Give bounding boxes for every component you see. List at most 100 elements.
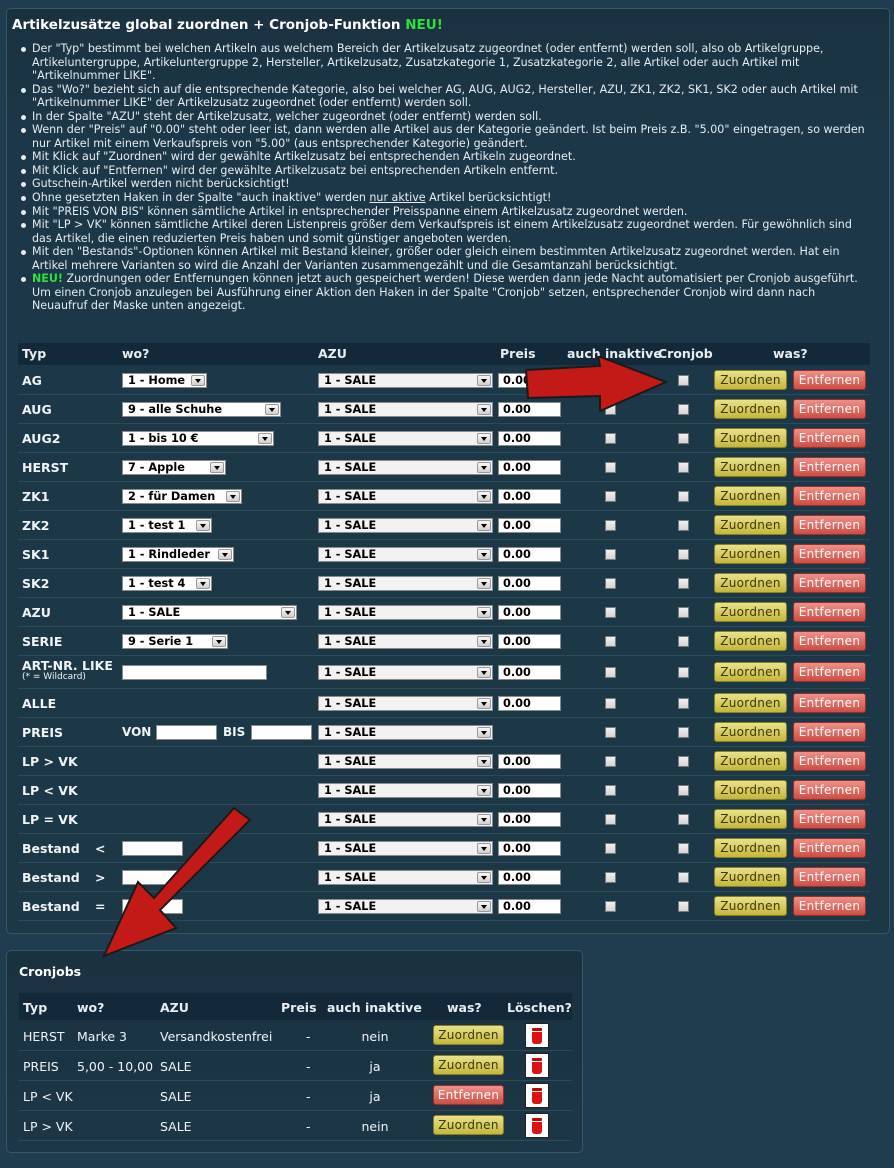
artnr-like-input[interactable] xyxy=(122,665,267,680)
zuordnen-button[interactable]: Zuordnen xyxy=(714,370,787,390)
entfernen-button[interactable]: Entfernen xyxy=(793,457,866,477)
cronjob-checkbox[interactable] xyxy=(678,433,689,444)
entfernen-button[interactable]: Entfernen xyxy=(793,399,866,419)
cron-was-button[interactable]: Zuordnen xyxy=(433,1055,504,1075)
entfernen-button[interactable]: Entfernen xyxy=(793,722,866,742)
entfernen-button[interactable]: Entfernen xyxy=(793,751,866,771)
inaktiv-checkbox[interactable] xyxy=(605,814,616,825)
cron-was-button[interactable]: Zuordnen xyxy=(433,1115,504,1135)
preis-input[interactable]: 0.00 xyxy=(498,402,561,417)
zuordnen-button[interactable]: Zuordnen xyxy=(714,751,787,771)
preis-input[interactable]: 0.00 xyxy=(498,634,561,649)
wo-select[interactable]: 1 - Home xyxy=(122,373,207,388)
azu-select[interactable]: 1 - SALE xyxy=(318,605,493,620)
zuordnen-button[interactable]: Zuordnen xyxy=(714,602,787,622)
entfernen-button[interactable]: Entfernen xyxy=(793,370,866,390)
cronjob-checkbox[interactable] xyxy=(678,756,689,767)
trash-icon[interactable] xyxy=(525,1083,549,1108)
entfernen-button[interactable]: Entfernen xyxy=(793,896,866,916)
azu-select[interactable]: 1 - SALE xyxy=(318,783,493,798)
azu-select[interactable]: 1 - SALE xyxy=(318,725,493,740)
zuordnen-button[interactable]: Zuordnen xyxy=(714,573,787,593)
entfernen-button[interactable]: Entfernen xyxy=(793,544,866,564)
inaktiv-checkbox[interactable] xyxy=(605,698,616,709)
entfernen-button[interactable]: Entfernen xyxy=(793,838,866,858)
inaktiv-checkbox[interactable] xyxy=(605,843,616,854)
entfernen-button[interactable]: Entfernen xyxy=(793,602,866,622)
zuordnen-button[interactable]: Zuordnen xyxy=(714,486,787,506)
preis-input[interactable]: 0.00 xyxy=(498,665,561,680)
azu-select[interactable]: 1 - SALE xyxy=(318,431,493,446)
azu-select[interactable]: 1 - SALE xyxy=(318,373,493,388)
wo-select[interactable]: 1 - test 1 xyxy=(122,518,212,533)
azu-select[interactable]: 1 - SALE xyxy=(318,634,493,649)
preis-input[interactable]: 0.00 xyxy=(498,489,561,504)
zuordnen-button[interactable]: Zuordnen xyxy=(714,662,787,682)
preis-input[interactable]: 0.00 xyxy=(498,899,561,914)
entfernen-button[interactable]: Entfernen xyxy=(793,662,866,682)
wo-select[interactable]: 1 - bis 10 € xyxy=(122,431,274,446)
cronjob-checkbox[interactable] xyxy=(678,520,689,531)
trash-icon[interactable] xyxy=(525,1053,549,1078)
bestand-input[interactable] xyxy=(122,841,183,856)
zuordnen-button[interactable]: Zuordnen xyxy=(714,722,787,742)
preis-input[interactable]: 0.00 xyxy=(498,605,561,620)
inaktiv-checkbox[interactable] xyxy=(605,901,616,912)
cron-was-button[interactable]: Zuordnen xyxy=(433,1025,504,1045)
zuordnen-button[interactable]: Zuordnen xyxy=(714,457,787,477)
inaktiv-checkbox[interactable] xyxy=(605,404,616,415)
zuordnen-button[interactable]: Zuordnen xyxy=(714,896,787,916)
inaktiv-checkbox[interactable] xyxy=(605,549,616,560)
azu-select[interactable]: 1 - SALE xyxy=(318,665,493,680)
inaktiv-checkbox[interactable] xyxy=(605,462,616,473)
zuordnen-button[interactable]: Zuordnen xyxy=(714,780,787,800)
inaktiv-checkbox[interactable] xyxy=(605,578,616,589)
azu-select[interactable]: 1 - SALE xyxy=(318,576,493,591)
azu-select[interactable]: 1 - SALE xyxy=(318,547,493,562)
inaktiv-checkbox[interactable] xyxy=(605,636,616,647)
wo-select[interactable]: 1 - SALE xyxy=(122,605,297,620)
azu-select[interactable]: 1 - SALE xyxy=(318,899,493,914)
azu-select[interactable]: 1 - SALE xyxy=(318,870,493,885)
cronjob-checkbox[interactable] xyxy=(678,404,689,415)
inaktiv-checkbox[interactable] xyxy=(605,491,616,502)
preis-input[interactable]: 0.00 xyxy=(498,783,561,798)
cronjob-checkbox[interactable] xyxy=(678,549,689,560)
bestand-input[interactable] xyxy=(122,899,183,914)
bestand-input[interactable] xyxy=(122,870,183,885)
inaktiv-checkbox[interactable] xyxy=(605,756,616,767)
zuordnen-button[interactable]: Zuordnen xyxy=(714,867,787,887)
azu-select[interactable]: 1 - SALE xyxy=(318,518,493,533)
cronjob-checkbox[interactable] xyxy=(678,607,689,618)
cronjob-checkbox[interactable] xyxy=(678,872,689,883)
preis-input[interactable]: 0.00 xyxy=(498,576,561,591)
cronjob-checkbox[interactable] xyxy=(678,667,689,678)
inaktiv-checkbox[interactable] xyxy=(605,520,616,531)
preis-input[interactable]: 0.00 xyxy=(498,460,561,475)
preis-input[interactable]: 0.00 xyxy=(498,870,561,885)
cronjob-checkbox[interactable] xyxy=(678,491,689,502)
inaktiv-checkbox[interactable] xyxy=(605,607,616,618)
zuordnen-button[interactable]: Zuordnen xyxy=(714,544,787,564)
preis-input[interactable]: 0.00 xyxy=(498,518,561,533)
cronjob-checkbox[interactable] xyxy=(678,462,689,473)
azu-select[interactable]: 1 - SALE xyxy=(318,460,493,475)
preis-input[interactable]: 0.00 xyxy=(498,431,561,446)
inaktiv-checkbox[interactable] xyxy=(605,375,616,386)
cronjob-checkbox[interactable] xyxy=(678,375,689,386)
cronjob-checkbox[interactable] xyxy=(678,843,689,854)
azu-select[interactable]: 1 - SALE xyxy=(318,402,493,417)
azu-select[interactable]: 1 - SALE xyxy=(318,812,493,827)
entfernen-button[interactable]: Entfernen xyxy=(793,428,866,448)
wo-select[interactable]: 2 - für Damen xyxy=(122,489,242,504)
entfernen-button[interactable]: Entfernen xyxy=(793,867,866,887)
azu-select[interactable]: 1 - SALE xyxy=(318,489,493,504)
cronjob-checkbox[interactable] xyxy=(678,785,689,796)
zuordnen-button[interactable]: Zuordnen xyxy=(714,631,787,651)
wo-select[interactable]: 9 - alle Schuhe xyxy=(122,402,281,417)
entfernen-button[interactable]: Entfernen xyxy=(793,809,866,829)
entfernen-button[interactable]: Entfernen xyxy=(793,573,866,593)
inaktiv-checkbox[interactable] xyxy=(605,785,616,796)
preis-input[interactable]: 0.00 xyxy=(498,754,561,769)
wo-select[interactable]: 1 - test 4 xyxy=(122,576,212,591)
